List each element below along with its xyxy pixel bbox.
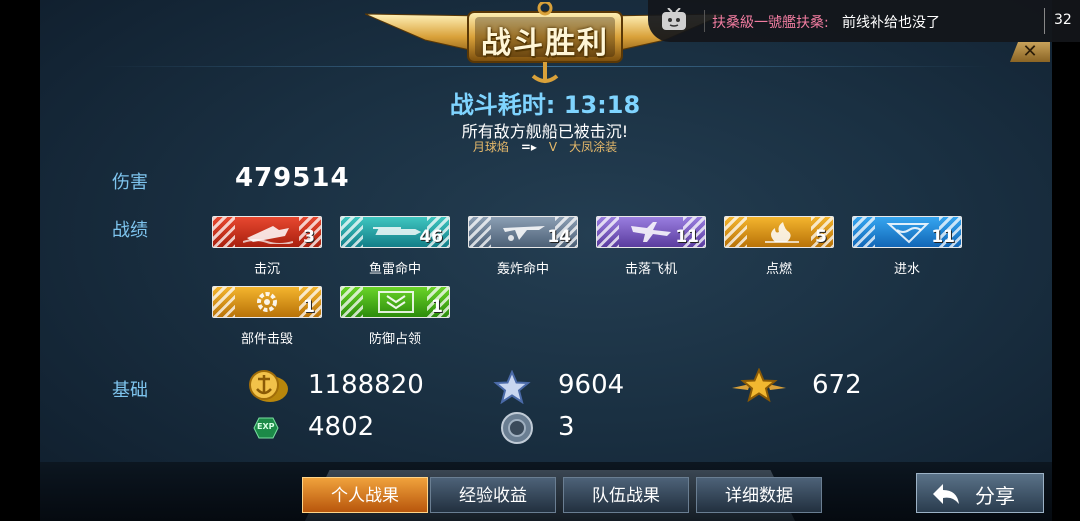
right-letterbox: [1052, 0, 1080, 521]
stat-label: 部件击毁: [240, 332, 293, 347]
stat-count: 1: [431, 297, 443, 317]
stat-count: 5: [815, 227, 827, 247]
skin-info: 月球焰 =▸ V 大凤涂装: [400, 138, 690, 155]
plane-down-icon: [631, 222, 671, 242]
stat-label: 点燃: [765, 262, 792, 277]
ship-sink-icon: [243, 226, 293, 244]
stat-badge: 5: [724, 216, 834, 248]
captain-xp-winged-star-icon: [732, 368, 786, 403]
danmaku-count: 32: [1054, 12, 1072, 28]
stat-label: 轰炸命中: [496, 262, 549, 277]
captain-xp-value: 672: [812, 370, 862, 400]
close-button[interactable]: ✕: [1010, 42, 1050, 62]
tab-detailed-data[interactable]: 详细数据: [696, 477, 822, 513]
gear-icon: [257, 292, 277, 312]
stat-count: 14: [547, 227, 571, 247]
free-xp-value: 9604: [558, 370, 625, 400]
chevron-shield-icon: [378, 291, 414, 313]
stat-badge: 1: [212, 286, 322, 318]
stat-plane-down[interactable]: 11 击落飞机: [596, 216, 706, 277]
silver-coin-icon: [249, 370, 288, 402]
stat-count: 3: [303, 227, 315, 247]
battle-result-screen: 战斗胜利 战斗耗时: 13:18 所有敌方舰船已被击沉! 月球焰 =▸ V 大凤涂装 …: [40, 0, 1052, 521]
stat-count: 1: [303, 297, 315, 317]
stat-count: 11: [931, 227, 955, 247]
arrow-icon: =▸: [520, 140, 537, 154]
tab-xp-earnings[interactable]: 经验收益: [430, 477, 556, 513]
stat-badge: 11: [596, 216, 706, 248]
stat-sink[interactable]: 3 击沉: [212, 216, 322, 277]
exp-value: 4802: [308, 412, 375, 442]
flood-icon: [886, 223, 930, 244]
stat-label: 鱼雷命中: [368, 262, 421, 277]
damage-label: 伤害: [112, 172, 148, 193]
stat-torpedo[interactable]: 46 鱼雷命中: [340, 216, 450, 277]
stat-label: 防御占领: [368, 332, 421, 347]
battle-duration-label: 战斗耗时:: [449, 91, 556, 119]
tab-personal-results[interactable]: 个人战果: [302, 477, 428, 513]
fire-icon: [765, 222, 799, 243]
silver-value: 1188820: [308, 370, 424, 400]
achievements-label: 战绩: [112, 220, 148, 241]
danmaku-user: 扶桑級一號艦扶桑:: [712, 15, 829, 31]
stat-badge: 11: [852, 216, 962, 248]
stat-label: 击落飞机: [624, 262, 677, 277]
stat-fire[interactable]: 5 点燃: [724, 216, 834, 277]
skin-from: 月球焰: [472, 140, 509, 154]
free-xp-star-icon: [493, 370, 531, 404]
victory-title: 战斗胜利: [481, 26, 609, 61]
skin-tag: V: [548, 140, 558, 154]
stat-badge: 1: [340, 286, 450, 318]
exp-icon: EXP: [253, 417, 279, 439]
left-letterbox: [0, 0, 40, 521]
stat-count: 46: [419, 227, 443, 247]
torpedo-icon: [373, 227, 421, 235]
battle-duration-value: 13:18: [563, 91, 641, 119]
stat-count: 11: [675, 227, 699, 247]
skin-to: 大凤涂装: [569, 140, 618, 154]
damage-value: 479514: [235, 163, 350, 193]
stat-badge: 3: [212, 216, 322, 248]
stat-flood[interactable]: 11 进水: [852, 216, 962, 277]
share-button[interactable]: 分享: [916, 473, 1044, 513]
stat-module-destroyed[interactable]: 1 部件击毁: [212, 286, 322, 347]
stat-badge: 14: [468, 216, 578, 248]
flags-value: 3: [558, 412, 575, 442]
battle-duration: 战斗耗时: 13:18: [400, 85, 690, 120]
back-arrow-icon: [933, 484, 959, 504]
stat-defense-capture[interactable]: 1 防御占领: [340, 286, 450, 347]
bomber-icon: [503, 226, 545, 241]
stat-label: 进水: [893, 262, 920, 277]
signal-flag-icon: [501, 412, 533, 444]
share-label: 分享: [975, 484, 1015, 508]
basics-label: 基础: [112, 380, 148, 401]
close-icon: ✕: [1022, 41, 1038, 62]
danmaku-notification: 扶桑級一號艦扶桑: 前线补给也没了 32: [648, 0, 1080, 42]
stat-label: 击沉: [253, 262, 280, 277]
exp-badge-text: EXP: [257, 422, 275, 431]
danmaku-text: 前线补给也没了: [842, 15, 940, 31]
stat-badge: 46: [340, 216, 450, 248]
stat-bomb[interactable]: 14 轰炸命中: [468, 216, 578, 277]
tv-avatar-icon: [662, 8, 686, 30]
tab-team-results[interactable]: 队伍战果: [563, 477, 689, 513]
